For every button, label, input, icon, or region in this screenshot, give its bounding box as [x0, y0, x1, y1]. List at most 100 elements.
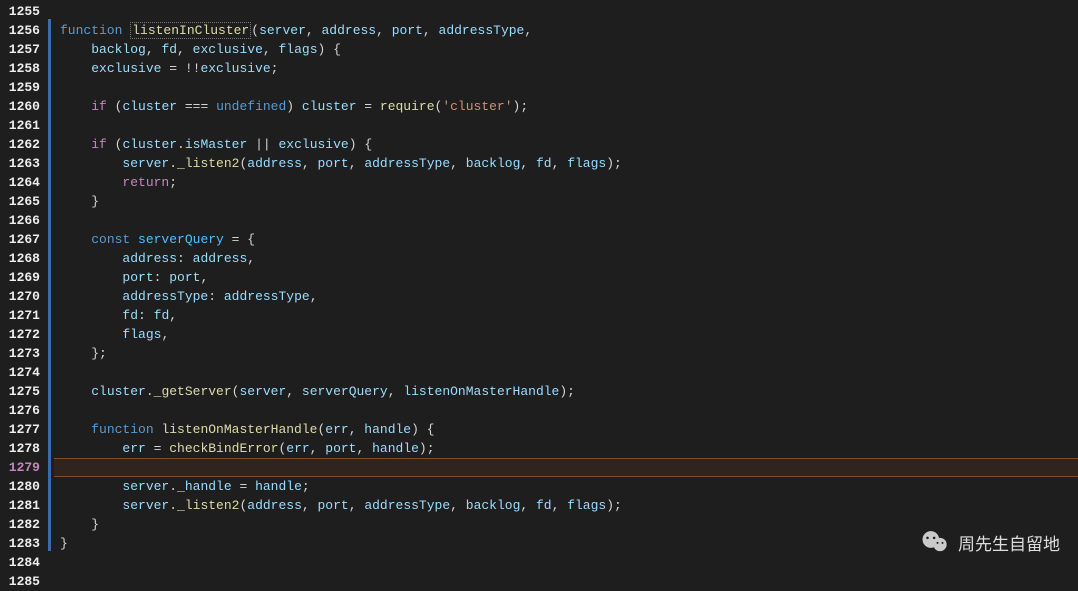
token: address — [193, 251, 248, 266]
code-line[interactable]: flags, — [60, 325, 1078, 344]
token: serverQuery — [138, 232, 224, 247]
token: addressType — [364, 498, 450, 513]
watermark-text: 周先生自留地 — [958, 530, 1060, 555]
code-line[interactable]: addressType: addressType, — [60, 287, 1078, 306]
token: } — [60, 536, 68, 551]
token: port — [325, 441, 356, 456]
code-line[interactable]: return; — [60, 173, 1078, 192]
code-area[interactable]: function listenInCluster(server, address… — [54, 0, 1078, 579]
line-number: 1269 — [4, 268, 40, 287]
token: , — [520, 498, 536, 513]
token: . — [169, 498, 177, 513]
line-number: 1262 — [4, 135, 40, 154]
token: cluster — [122, 99, 177, 114]
line-number: 1260 — [4, 97, 40, 116]
token: undefined — [216, 99, 286, 114]
token: , — [552, 156, 568, 171]
watermark: 周先生自留地 — [918, 525, 1060, 559]
code-line[interactable]: fd: fd, — [60, 306, 1078, 325]
token: flags — [567, 156, 606, 171]
token: backlog — [91, 42, 146, 57]
token: , — [161, 327, 169, 342]
scope-bar — [48, 19, 51, 551]
token: ); — [606, 156, 622, 171]
code-line[interactable]: port: port, — [60, 268, 1078, 287]
code-line[interactable]: backlog, fd, exclusive, flags) { — [60, 40, 1078, 59]
code-line[interactable]: const serverQuery = { — [60, 230, 1078, 249]
token: address — [122, 251, 177, 266]
code-line[interactable]: cluster._getServer(server, serverQuery, … — [60, 382, 1078, 401]
line-number: 1256 — [4, 21, 40, 40]
token: : — [177, 251, 193, 266]
code-editor[interactable]: 1255125612571258125912601261126212631264… — [0, 0, 1078, 579]
token: handle — [364, 422, 411, 437]
token: handle — [255, 479, 302, 494]
token: ) { — [318, 42, 341, 57]
code-line[interactable]: } — [60, 192, 1078, 211]
token: address — [247, 156, 302, 171]
token: , — [302, 156, 318, 171]
line-number: 1281 — [4, 496, 40, 515]
token: = — [146, 441, 169, 456]
token: ); — [419, 441, 435, 456]
code-line[interactable] — [60, 211, 1078, 230]
token: . — [177, 137, 185, 152]
code-line[interactable]: exclusive = !!exclusive; — [60, 59, 1078, 78]
token: _listen2 — [177, 156, 239, 171]
line-number: 1257 — [4, 40, 40, 59]
code-line[interactable] — [60, 572, 1078, 591]
token: err — [325, 422, 348, 437]
token: server — [239, 384, 286, 399]
code-line[interactable]: server._listen2(address, port, addressTy… — [60, 496, 1078, 515]
code-line[interactable]: function listenInCluster(server, address… — [60, 21, 1078, 40]
line-number: 1284 — [4, 553, 40, 572]
line-number: 1258 — [4, 59, 40, 78]
code-line[interactable]: server._listen2(address, port, addressTy… — [60, 154, 1078, 173]
code-line[interactable]: if (cluster.isMaster || exclusive) { — [60, 135, 1078, 154]
token: , — [302, 498, 318, 513]
token: checkBindError — [169, 441, 278, 456]
token: cluster — [91, 384, 146, 399]
token: err — [122, 441, 145, 456]
code-line[interactable]: err = checkBindError(err, port, handle); — [60, 439, 1078, 458]
code-line[interactable] — [60, 78, 1078, 97]
token: , — [520, 156, 536, 171]
line-number: 1266 — [4, 211, 40, 230]
token: . — [146, 384, 154, 399]
token: ; — [169, 175, 177, 190]
token: function — [60, 23, 130, 38]
token: _listen2 — [177, 498, 239, 513]
line-number: 1259 — [4, 78, 40, 97]
code-line[interactable]: }; — [60, 344, 1078, 363]
code-line[interactable] — [54, 458, 1078, 477]
token: , — [376, 23, 392, 38]
token: listenOnMasterHandle — [161, 422, 317, 437]
code-line[interactable]: function listenOnMasterHandle(err, handl… — [60, 420, 1078, 439]
code-line[interactable] — [60, 401, 1078, 420]
token: , — [552, 498, 568, 513]
token: , — [450, 498, 466, 513]
token: server — [122, 479, 169, 494]
token: = !! — [161, 61, 200, 76]
code-line[interactable]: server._handle = handle; — [60, 477, 1078, 496]
token: port — [392, 23, 423, 38]
token: , — [247, 251, 255, 266]
token: flags — [122, 327, 161, 342]
token: = — [224, 232, 247, 247]
line-number: 1279 — [4, 458, 40, 477]
code-line[interactable]: address: address, — [60, 249, 1078, 268]
code-line[interactable] — [60, 116, 1078, 135]
token: { — [247, 232, 255, 247]
token: err — [286, 441, 309, 456]
token: addressType — [224, 289, 310, 304]
code-line[interactable] — [60, 363, 1078, 382]
token: ); — [513, 99, 529, 114]
token: backlog — [466, 156, 521, 171]
token: ) { — [411, 422, 434, 437]
code-line[interactable]: if (cluster === undefined) cluster = req… — [60, 97, 1078, 116]
line-number: 1265 — [4, 192, 40, 211]
token: ; — [302, 479, 310, 494]
code-line[interactable] — [60, 2, 1078, 21]
token: , — [357, 441, 373, 456]
line-number: 1263 — [4, 154, 40, 173]
